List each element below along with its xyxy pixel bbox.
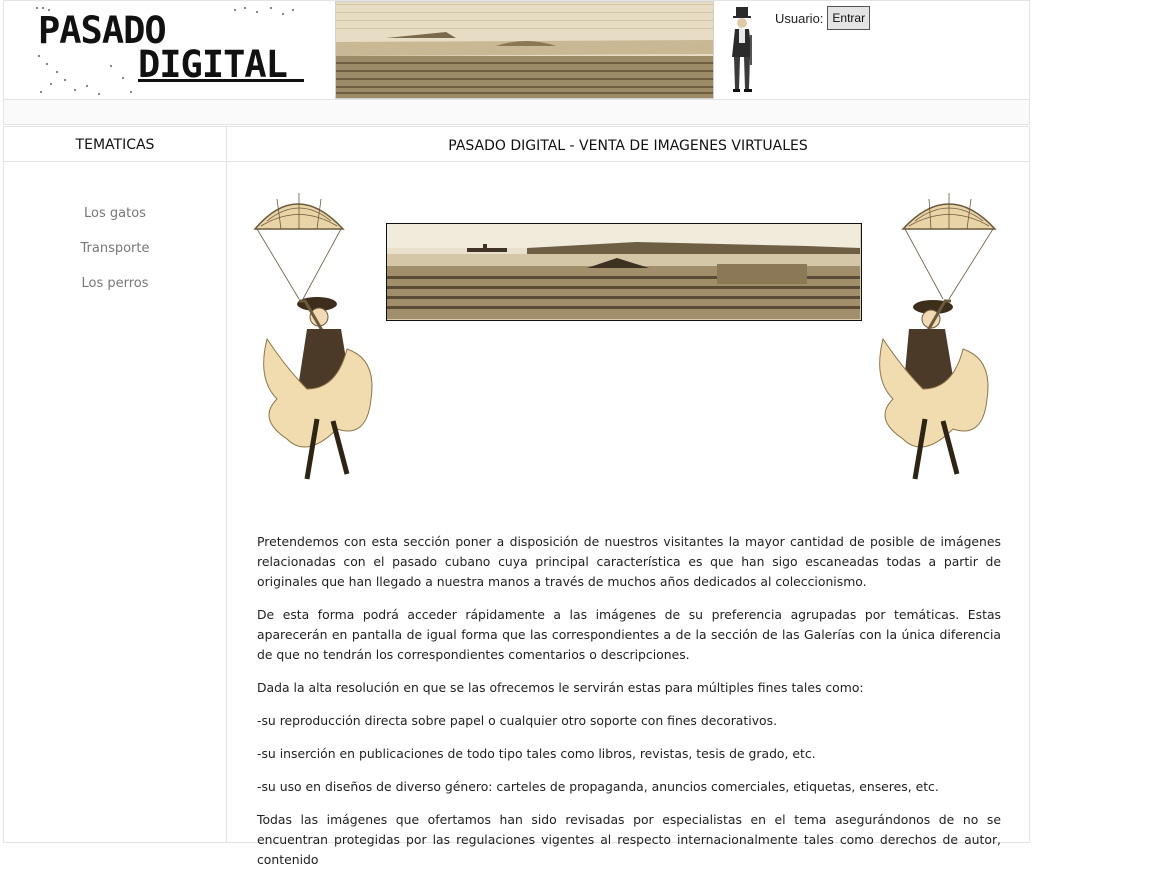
paragraph: Dada la alta resolución en que se las of… <box>257 680 864 695</box>
sidebar-item-los-perros[interactable]: Los perros <box>4 272 226 307</box>
header-banner-photo <box>335 1 714 99</box>
parachute-lady-right-illustration <box>879 193 997 480</box>
sidebar-title: TEMATICAS <box>4 127 226 162</box>
article-text: Pretendemos con esta sección poner a dis… <box>257 532 1001 883</box>
sidebar: TEMATICAS Los gatos Transporte Los perro… <box>3 126 227 843</box>
pasado-digital-logo[interactable]: PASADO DIGITAL <box>34 5 306 97</box>
site-header: PASADO DIGITAL Usuario: Entrar <box>3 0 1030 100</box>
nav-strip <box>3 100 1030 125</box>
list-item: -su reproducción directa sobre papel o c… <box>257 713 778 728</box>
hero-illustration <box>237 189 1019 501</box>
page-title: PASADO DIGITAL - VENTA DE IMAGENES VIRTU… <box>227 127 1029 162</box>
paragraph: Todas las imágenes que ofertamos han sid… <box>257 812 1001 867</box>
list-item: -su uso en diseños de diverso género: ca… <box>257 779 939 794</box>
paragraph: De esta forma podrá acceder rápidamente … <box>257 607 1001 662</box>
login-button[interactable]: Entrar <box>827 6 871 30</box>
login-form: Usuario: Entrar <box>775 6 871 30</box>
paragraph: Pretendemos con esta sección poner a dis… <box>257 534 1001 589</box>
gentleman-illustration <box>732 7 752 92</box>
harbour-panorama-photo <box>386 223 862 321</box>
list-item: -su inserción en publicaciones de todo t… <box>257 746 816 761</box>
parachute-lady-left-illustration <box>253 193 373 480</box>
sidebar-item-transporte[interactable]: Transporte <box>4 237 226 272</box>
page-frame: PASADO DIGITAL Usuario: Entrar TEMATICAS… <box>3 0 1030 867</box>
sidebar-item-los-gatos[interactable]: Los gatos <box>4 202 226 237</box>
user-label: Usuario: <box>775 10 824 26</box>
main-content: PASADO DIGITAL - VENTA DE IMAGENES VIRTU… <box>227 126 1030 867</box>
sidebar-list: Los gatos Transporte Los perros <box>4 162 226 307</box>
